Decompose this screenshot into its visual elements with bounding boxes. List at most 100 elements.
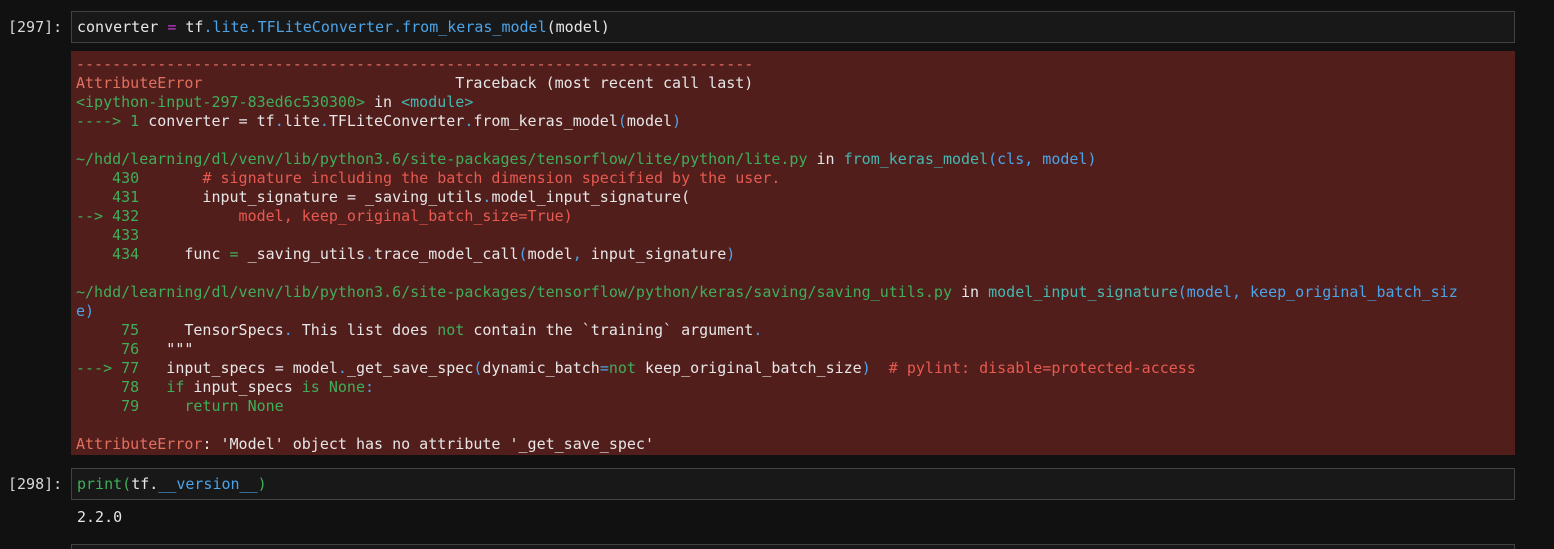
code-token: model_input_signature bbox=[988, 283, 1178, 301]
traceback-line: 430 # signature including the batch dime… bbox=[76, 169, 1510, 188]
code-token: ) bbox=[861, 359, 871, 377]
code-token: tf bbox=[247, 112, 275, 130]
code-token: func bbox=[139, 245, 230, 263]
traceback-line bbox=[76, 131, 1510, 150]
code-token: ) bbox=[726, 245, 736, 263]
code-token: TensorSpecs bbox=[139, 321, 284, 339]
code-token: ----------------------------------------… bbox=[76, 55, 754, 73]
code-token: __version__ bbox=[158, 475, 258, 493]
code-token: tf bbox=[176, 18, 204, 36]
traceback-line: AttributeError: 'Model' object has no at… bbox=[76, 435, 1510, 454]
code-token: (cls, model) bbox=[988, 150, 1097, 168]
traceback-line: <ipython-input-297-83ed6c530300> in <mod… bbox=[76, 93, 1510, 112]
code-token: . bbox=[248, 18, 258, 36]
code-token: = bbox=[167, 18, 177, 36]
code-token: . bbox=[149, 475, 159, 493]
code-token: AttributeError bbox=[76, 74, 203, 92]
next-cell-code-input[interactable] bbox=[71, 544, 1515, 549]
code-token: not bbox=[437, 321, 465, 339]
code-token: _saving_utils bbox=[238, 245, 365, 263]
code-token: : 'Model' object has no attribute '_get_… bbox=[202, 435, 654, 453]
traceback-line: 79 return None bbox=[76, 397, 1510, 416]
code-token: . bbox=[274, 112, 284, 130]
code-token: AttributeError bbox=[76, 435, 203, 453]
code-token: , bbox=[572, 245, 582, 263]
code-token: # pylint: disable=protected-access bbox=[870, 359, 1196, 377]
cell-297-prompt: [297]: bbox=[8, 18, 63, 36]
traceback-line: 434 func = _saving_utils.trace_model_cal… bbox=[76, 245, 1510, 264]
code-token: e) bbox=[76, 302, 95, 320]
code-token: from_keras_model bbox=[402, 18, 547, 36]
code-token: ~/hdd/learning/dl/venv/lib/python3.6/sit… bbox=[76, 150, 808, 168]
traceback-line: 431 input_signature = _saving_utils.mode… bbox=[76, 188, 1510, 207]
cell-297-code-input[interactable]: converter = tf.lite.TFLiteConverter.from… bbox=[71, 11, 1515, 43]
code-token: # signature including the batch dimensio… bbox=[202, 169, 781, 187]
code-token: contain the `training` argument bbox=[464, 321, 754, 339]
traceback-line: ~/hdd/learning/dl/venv/lib/python3.6/sit… bbox=[76, 150, 1510, 169]
cell-298-stdout: 2.2.0 bbox=[77, 508, 123, 526]
code-token: model_input_signature bbox=[491, 188, 682, 206]
code-token: """ bbox=[139, 340, 194, 358]
code-token: None bbox=[238, 397, 284, 415]
code-token: = bbox=[229, 245, 239, 263]
code-token: in bbox=[807, 150, 844, 168]
cell-298-prompt: [298]: bbox=[8, 475, 63, 493]
code-token: keep_original_batch_size bbox=[635, 359, 862, 377]
code-token: return bbox=[184, 397, 239, 415]
code-token: input_specs bbox=[184, 378, 302, 396]
code-token: model bbox=[283, 359, 338, 377]
code-token: 76 bbox=[76, 340, 140, 358]
code-token: ~/hdd/learning/dl/venv/lib/python3.6/sit… bbox=[76, 283, 952, 301]
cell-297-error-output: ----------------------------------------… bbox=[71, 51, 1515, 455]
code-token: model bbox=[626, 112, 673, 130]
code-token: --> 432 bbox=[76, 207, 140, 225]
code-token: ( bbox=[518, 245, 528, 263]
code-token: . bbox=[283, 321, 293, 339]
code-token: (model) bbox=[546, 18, 610, 36]
code-token: dynamic_batch bbox=[482, 359, 600, 377]
code-token: = bbox=[599, 359, 609, 377]
code-token: . bbox=[753, 321, 763, 339]
code-token: input_signature bbox=[581, 245, 727, 263]
code-token: : bbox=[365, 378, 375, 396]
code-token: (model, keep_original_batch_siz bbox=[1177, 283, 1458, 301]
code-token: model, keep_original_batch_size=True) bbox=[139, 207, 573, 225]
traceback-line: 78 if input_specs is None: bbox=[76, 378, 1510, 397]
code-token: 79 bbox=[76, 397, 140, 415]
traceback-line: --> 432 model, keep_original_batch_size=… bbox=[76, 207, 1510, 226]
code-token: lite bbox=[212, 18, 249, 36]
code-token: Traceback (most recent call last) bbox=[202, 74, 754, 92]
code-token: 431 bbox=[76, 188, 140, 206]
code-token: 75 bbox=[76, 321, 140, 339]
code-token: <ipython-input-297-83ed6c530300> bbox=[76, 93, 365, 111]
code-token: trace_model_call bbox=[374, 245, 519, 263]
code-token: . bbox=[365, 245, 375, 263]
code-token: . bbox=[393, 18, 403, 36]
traceback-line: AttributeError Traceback (most recent ca… bbox=[76, 74, 1510, 93]
code-token: model bbox=[527, 245, 573, 263]
code-token: . bbox=[319, 112, 329, 130]
traceback-line: ----------------------------------------… bbox=[76, 55, 1510, 74]
traceback-line: ---> 77 input_specs = model._get_save_sp… bbox=[76, 359, 1510, 378]
code-token: TFLiteConverter bbox=[257, 18, 394, 36]
code-token: ( bbox=[617, 112, 627, 130]
code-token: = bbox=[274, 359, 284, 377]
code-token: in bbox=[951, 283, 989, 301]
code-token: not bbox=[608, 359, 636, 377]
traceback-line: 75 TensorSpecs. This list does not conta… bbox=[76, 321, 1510, 340]
code-token: lite bbox=[283, 112, 320, 130]
code-token: . bbox=[337, 359, 347, 377]
code-token: ( bbox=[681, 188, 691, 206]
notebook: [297]: converter = tf.lite.TFLiteConvert… bbox=[0, 0, 1554, 549]
code-token: from_keras_model bbox=[843, 150, 989, 168]
code-token: if bbox=[166, 378, 185, 396]
traceback-line: 76 """ bbox=[76, 340, 1510, 359]
code-token: _get_save_spec bbox=[346, 359, 474, 377]
code-token: is bbox=[301, 378, 320, 396]
traceback-line: ~/hdd/learning/dl/venv/lib/python3.6/sit… bbox=[76, 283, 1510, 302]
code-token: TFLiteConverter bbox=[328, 112, 465, 130]
code-token: print bbox=[77, 475, 123, 493]
cell-298-code-input[interactable]: print(tf.__version__) bbox=[71, 468, 1515, 500]
